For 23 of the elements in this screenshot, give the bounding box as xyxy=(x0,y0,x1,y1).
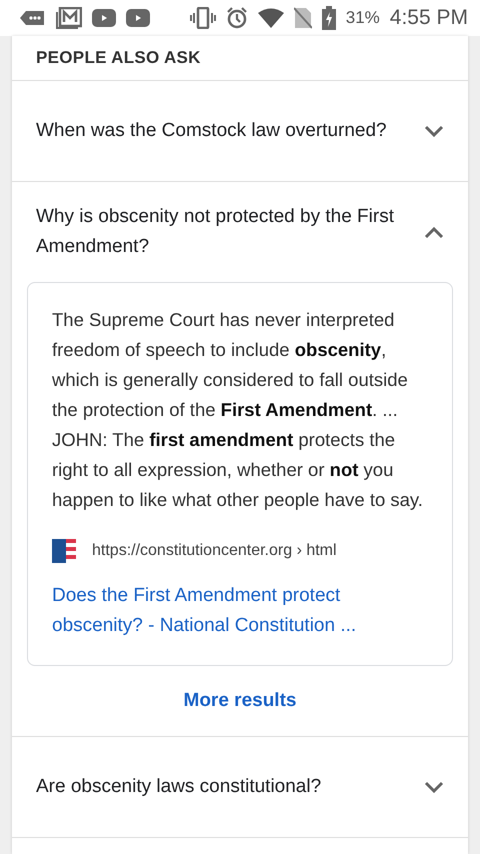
wifi-icon xyxy=(258,8,284,28)
chevron-icon[interactable] xyxy=(424,125,444,137)
mail-icon xyxy=(56,7,82,29)
battery-icon xyxy=(322,6,336,30)
answer-paragraph: The Supreme Court has never interpreted freedom of speech to include obscenity, which is generally considered to fall outside the protection of the First Amendment. ... JOHN: The first amendment protects the right to all expression, whether or not you happen to like what other people have to say. xyxy=(52,308,424,512)
question-text[interactable]: When was the Comstock law overturned? xyxy=(36,116,404,146)
source-url: https://constitutioncenter.org › html xyxy=(92,542,337,560)
no-sim-icon xyxy=(294,7,312,29)
play-icon xyxy=(126,9,150,27)
play-icon xyxy=(92,9,116,27)
more-results-button[interactable]: More results xyxy=(172,682,308,720)
result-link[interactable]: Does the First Amendment protect obscenity? - National Constitution ... xyxy=(52,581,428,641)
chevron-icon[interactable] xyxy=(424,781,444,793)
question-text[interactable]: Why is obscenity not protected by the First Amendment? xyxy=(36,202,404,262)
clock-time: 4:55 PM xyxy=(390,6,468,30)
battery-percentage: 31% xyxy=(346,8,380,28)
question-text[interactable]: Are obscenity laws constitutional? xyxy=(36,772,404,802)
section-heading: PEOPLE ALSO ASK xyxy=(12,36,468,81)
message-icon xyxy=(20,8,46,28)
vibrate-icon xyxy=(190,7,216,29)
chevron-icon[interactable] xyxy=(424,226,444,238)
alarm-icon xyxy=(226,7,248,29)
flag-icon xyxy=(52,539,76,563)
